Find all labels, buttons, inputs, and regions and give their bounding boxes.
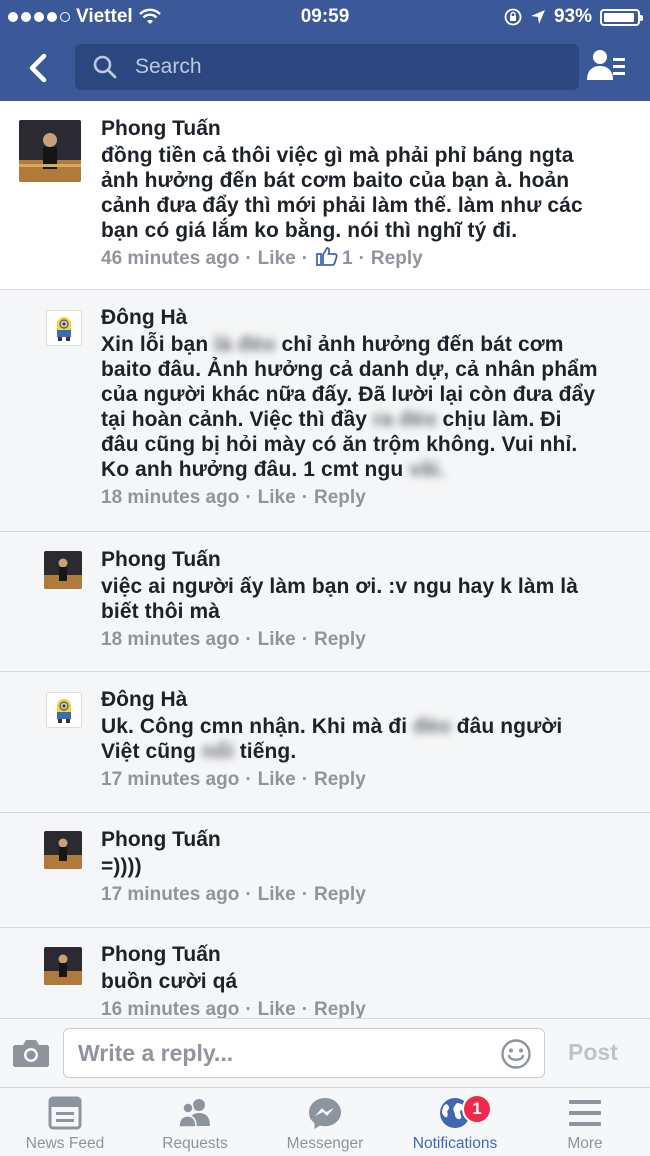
comment-author[interactable]: Phong Tuấn bbox=[101, 943, 221, 967]
censored-text: đéo bbox=[413, 715, 451, 738]
friend-requests-icon bbox=[178, 1099, 210, 1128]
censored-text: ra đéo bbox=[373, 408, 437, 431]
comment-timestamp: 46 minutes ago bbox=[101, 248, 240, 269]
tab-label: Requests bbox=[162, 1135, 228, 1152]
comment-meta: 17 minutes ago · Like · Reply bbox=[101, 884, 366, 906]
comment-timestamp: 16 minutes ago bbox=[101, 999, 240, 1018]
comment-text: Xin lỗi bạn là đéo chỉ ảnh hưởng đến bát… bbox=[101, 332, 641, 482]
reply-button[interactable]: Reply bbox=[371, 248, 423, 270]
avatar[interactable] bbox=[46, 692, 82, 728]
avatar[interactable] bbox=[19, 120, 81, 182]
comment-meta: 16 minutes ago · Like · Reply bbox=[101, 999, 366, 1018]
location-arrow-icon bbox=[530, 10, 545, 24]
comment-text: Uk. Công cmn nhận. Khi mà đi đéo đâu ngư… bbox=[101, 714, 641, 764]
comment-timestamp: 17 minutes ago bbox=[101, 769, 240, 790]
comment-text: =)))) bbox=[101, 855, 142, 878]
comment-timestamp: 18 minutes ago bbox=[101, 487, 240, 508]
avatar[interactable] bbox=[44, 831, 82, 869]
tab-label: More bbox=[567, 1135, 603, 1152]
comment-author[interactable]: Đông Hà bbox=[101, 306, 187, 330]
status-right: 93% bbox=[504, 6, 643, 28]
comment-meta: 46 minutes ago · Like · 1 · Reply bbox=[101, 246, 423, 272]
menu-icon bbox=[569, 1100, 601, 1126]
comment-reply: Phong Tuấn buồn cười qá 16 minutes ago ·… bbox=[0, 928, 650, 1018]
tab-label: Notifications bbox=[412, 1135, 498, 1152]
comment-parent: Phong Tuấn đồng tiền cả thôi việc gì mà … bbox=[0, 101, 650, 290]
comment-reply: Phong Tuấn =)))) 17 minutes ago · Like ·… bbox=[0, 813, 650, 928]
comment-meta: 17 minutes ago · Like · Reply bbox=[101, 769, 366, 791]
reply-button[interactable]: Reply bbox=[314, 487, 366, 509]
post-button[interactable]: Post bbox=[568, 1039, 618, 1066]
comment-timestamp: 17 minutes ago bbox=[101, 884, 240, 905]
comment-meta: 18 minutes ago · Like · Reply bbox=[101, 487, 366, 509]
tab-bar: News Feed Requests Messenger Notificatio… bbox=[0, 1087, 650, 1156]
reply-input[interactable]: Write a reply... bbox=[63, 1028, 545, 1078]
like-count: 1 bbox=[342, 248, 353, 269]
like-button[interactable]: Like bbox=[258, 769, 296, 791]
notification-badge: 1 bbox=[462, 1094, 492, 1124]
messenger-icon bbox=[309, 1098, 341, 1129]
comment-author[interactable]: Phong Tuấn bbox=[101, 548, 221, 572]
avatar[interactable] bbox=[46, 310, 82, 346]
censored-text: vãi. bbox=[409, 458, 445, 481]
tab-notifications[interactable]: Notifications bbox=[390, 1088, 520, 1156]
comment-text: buồn cười qá bbox=[101, 970, 238, 993]
header: Viettel 09:59 93% Search bbox=[0, 0, 650, 101]
rotation-lock-icon bbox=[504, 8, 522, 26]
reply-composer: Write a reply... Post bbox=[0, 1018, 650, 1087]
tab-label: News Feed bbox=[25, 1135, 105, 1152]
tab-requests[interactable]: Requests bbox=[130, 1088, 260, 1156]
nav-bar: Search bbox=[0, 40, 650, 98]
like-button[interactable]: Like bbox=[258, 999, 296, 1018]
reply-button[interactable]: Reply bbox=[314, 999, 366, 1018]
battery-icon bbox=[600, 8, 643, 26]
comment-text: đồng tiền cả thôi việc gì mà phải phỉ bá… bbox=[101, 144, 583, 242]
search-icon bbox=[75, 44, 135, 90]
comment-author[interactable]: Đông Hà bbox=[101, 688, 187, 712]
search-bar[interactable]: Search bbox=[75, 44, 579, 90]
friends-online-button[interactable] bbox=[585, 46, 629, 86]
thumbs-up-icon bbox=[316, 246, 338, 272]
like-button[interactable]: Like bbox=[258, 248, 296, 270]
chevron-left-icon bbox=[29, 53, 47, 83]
avatar[interactable] bbox=[44, 947, 82, 985]
reply-button[interactable]: Reply bbox=[314, 629, 366, 651]
tab-label: Messenger bbox=[286, 1135, 364, 1152]
comment-reply: Đông Hà Xin lỗi bạn là đéo chỉ ảnh hưởng… bbox=[0, 290, 650, 532]
comment-text: việc ai người ấy làm bạn ơi. :v ngu hay … bbox=[101, 575, 579, 623]
reply-button[interactable]: Reply bbox=[314, 769, 366, 791]
comment-reply: Phong Tuấn việc ai người ấy làm bạn ơi. … bbox=[0, 532, 650, 672]
tab-news-feed[interactable]: News Feed bbox=[0, 1088, 130, 1156]
news-feed-icon bbox=[48, 1096, 82, 1130]
comment-thread: Phong Tuấn đồng tiền cả thôi việc gì mà … bbox=[0, 101, 650, 1018]
back-button[interactable] bbox=[20, 48, 60, 88]
avatar[interactable] bbox=[44, 551, 82, 589]
comment-author[interactable]: Phong Tuấn bbox=[101, 828, 221, 852]
text-segment: Uk. Công cmn nhận. Khi mà đi bbox=[101, 715, 414, 738]
comment-reply: Đông Hà Uk. Công cmn nhận. Khi mà đi đéo… bbox=[0, 672, 650, 813]
comment-timestamp: 18 minutes ago bbox=[101, 629, 240, 650]
search-placeholder: Search bbox=[135, 55, 202, 78]
like-button[interactable]: Like bbox=[258, 487, 296, 509]
like-button[interactable]: Like bbox=[258, 629, 296, 651]
reply-button[interactable]: Reply bbox=[314, 884, 366, 906]
friends-list-icon bbox=[587, 50, 625, 80]
emoji-button[interactable] bbox=[500, 1038, 532, 1070]
like-button[interactable]: Like bbox=[258, 884, 296, 906]
text-segment: tiếng. bbox=[233, 740, 297, 763]
censored-text: là đéo bbox=[214, 333, 276, 356]
reply-placeholder: Write a reply... bbox=[78, 1039, 234, 1066]
comment-author[interactable]: Phong Tuấn bbox=[101, 117, 221, 141]
text-segment: Xin lỗi bạn bbox=[101, 333, 215, 356]
tab-messenger[interactable]: Messenger bbox=[260, 1088, 390, 1156]
comment-meta: 18 minutes ago · Like · Reply bbox=[101, 629, 366, 651]
status-bar: Viettel 09:59 93% bbox=[0, 0, 650, 34]
battery-percent: 93% bbox=[553, 6, 592, 27]
smiley-icon bbox=[501, 1039, 531, 1069]
tab-more[interactable]: More bbox=[520, 1088, 650, 1156]
censored-text: nổi bbox=[201, 740, 234, 763]
camera-button[interactable] bbox=[12, 1037, 50, 1069]
camera-icon bbox=[13, 1040, 49, 1067]
